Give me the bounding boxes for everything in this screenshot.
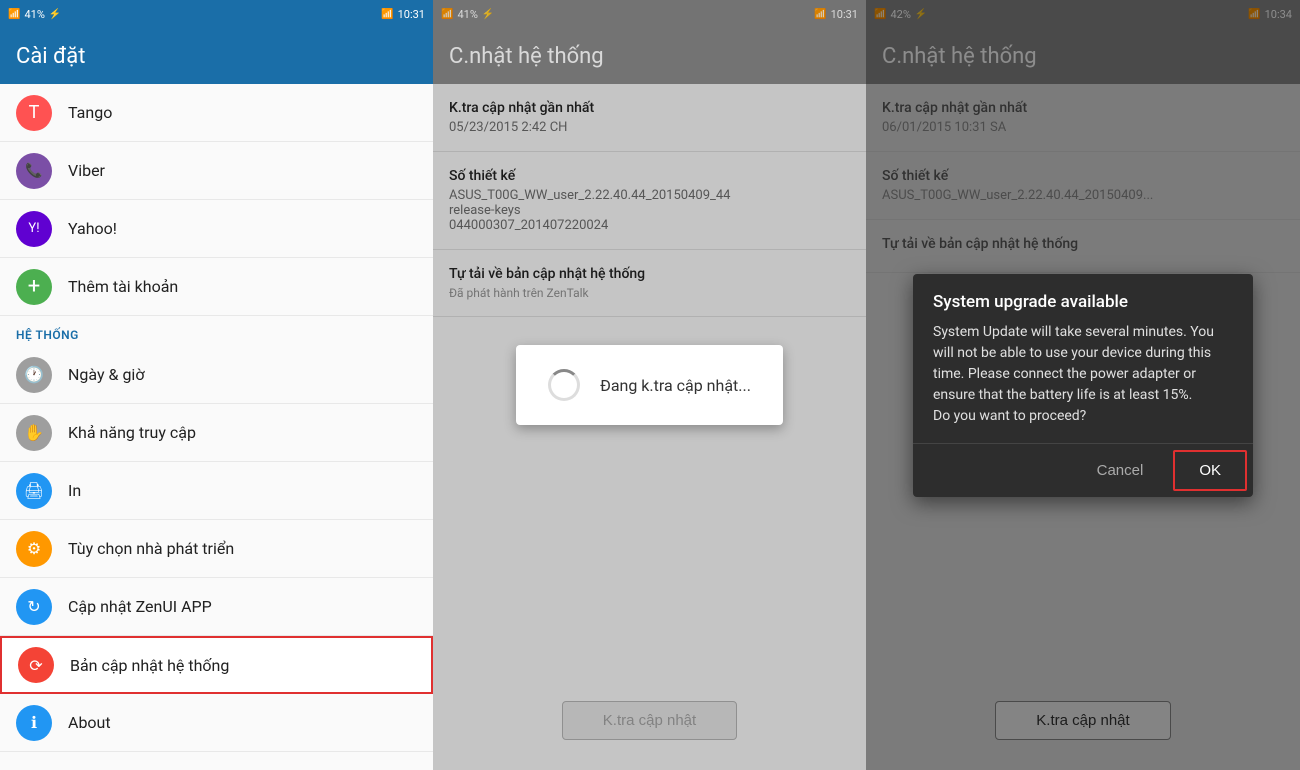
settings-item-accessibility[interactable]: ✋ Khả năng truy cập <box>0 404 433 462</box>
tango-label: Tango <box>68 103 112 122</box>
system-section-header: HỆ THỐNG <box>0 316 433 346</box>
system-update-icon: ⟳ <box>18 647 54 683</box>
print-icon: 🖨 <box>16 473 52 509</box>
about-label: About <box>68 713 111 732</box>
accessibility-label: Khả năng truy cập <box>68 423 196 442</box>
clock-icon: 🕐 <box>16 357 52 393</box>
status-bar-left: 📶 41% ⚡ <box>8 8 61 21</box>
settings-item-datetime[interactable]: 🕐 Ngày & giờ <box>0 346 433 404</box>
settings-item-add-account[interactable]: + Thêm tài khoản <box>0 258 433 316</box>
settings-item-zenui[interactable]: ↻ Cập nhật ZenUI APP <box>0 578 433 636</box>
settings-list: T Tango 📞 Viber Y! Yahoo! + Thêm tài kho… <box>0 84 433 770</box>
settings-header: Cài đặt <box>0 28 433 84</box>
add-icon: + <box>16 269 52 305</box>
yahoo-icon: Y! <box>16 211 52 247</box>
loading-text: Đang k.tra cập nhật... <box>600 376 751 395</box>
status-bar-panel1: 📶 41% ⚡ 📶 10:31 <box>0 0 433 28</box>
charge-icon: ⚡ <box>49 9 61 20</box>
settings-item-yahoo[interactable]: Y! Yahoo! <box>0 200 433 258</box>
ok-button[interactable]: OK <box>1173 450 1247 491</box>
print-label: In <box>68 481 81 500</box>
developer-label: Tùy chọn nhà phát triển <box>68 539 234 558</box>
settings-item-about[interactable]: ℹ About <box>0 694 433 752</box>
yahoo-label: Yahoo! <box>68 219 117 238</box>
settings-item-viber[interactable]: 📞 Viber <box>0 142 433 200</box>
cancel-button[interactable]: Cancel <box>1073 444 1168 497</box>
tango-icon: T <box>16 95 52 131</box>
system-update-panel-dialog: 📶 42% ⚡ 📶 10:34 C.nhật hệ thống K.tra cậ… <box>866 0 1300 770</box>
add-account-label: Thêm tài khoản <box>68 277 178 296</box>
zenui-icon: ↻ <box>16 589 52 625</box>
settings-item-print[interactable]: 🖨 In <box>0 462 433 520</box>
settings-item-system-update[interactable]: ⟳ Bản cập nhật hệ thống <box>0 636 433 694</box>
info-icon: ℹ <box>16 705 52 741</box>
signal-icon: 📶 <box>8 9 20 20</box>
dialog-title: System upgrade available <box>913 274 1253 322</box>
page-title: Cài đặt <box>16 44 85 69</box>
viber-label: Viber <box>68 161 105 180</box>
zenui-label: Cập nhật ZenUI APP <box>68 597 212 616</box>
loading-dialog: Đang k.tra cập nhật... <box>516 345 783 425</box>
viber-icon: 📞 <box>16 153 52 189</box>
system-update-panel-loading: 📶 41% ⚡ 📶 10:31 C.nhật hệ thống K.tra cậ… <box>433 0 866 770</box>
hand-icon: ✋ <box>16 415 52 451</box>
status-time: 10:31 <box>398 8 425 21</box>
upgrade-dialog: System upgrade available System Update w… <box>913 274 1253 497</box>
dev-icon: ⚙ <box>16 531 52 567</box>
settings-panel: 📶 41% ⚡ 📶 10:31 Cài đặt T Tango 📞 Viber … <box>0 0 433 770</box>
settings-item-developer[interactable]: ⚙ Tùy chọn nhà phát triển <box>0 520 433 578</box>
dialog-buttons: Cancel OK <box>913 443 1253 497</box>
datetime-label: Ngày & giờ <box>68 365 144 384</box>
settings-item-tango[interactable]: T Tango <box>0 84 433 142</box>
dialog-body: System Update will take several minutes.… <box>913 322 1253 443</box>
status-bar-right: 📶 10:31 <box>381 8 425 21</box>
wifi-icon: 📶 <box>381 9 393 20</box>
upgrade-dialog-overlay: System upgrade available System Update w… <box>866 0 1300 770</box>
status-battery-left: 41% <box>24 8 44 21</box>
system-update-label: Bản cập nhật hệ thống <box>70 656 229 675</box>
loading-spinner <box>548 369 580 401</box>
loading-overlay: Đang k.tra cập nhật... <box>433 0 866 770</box>
